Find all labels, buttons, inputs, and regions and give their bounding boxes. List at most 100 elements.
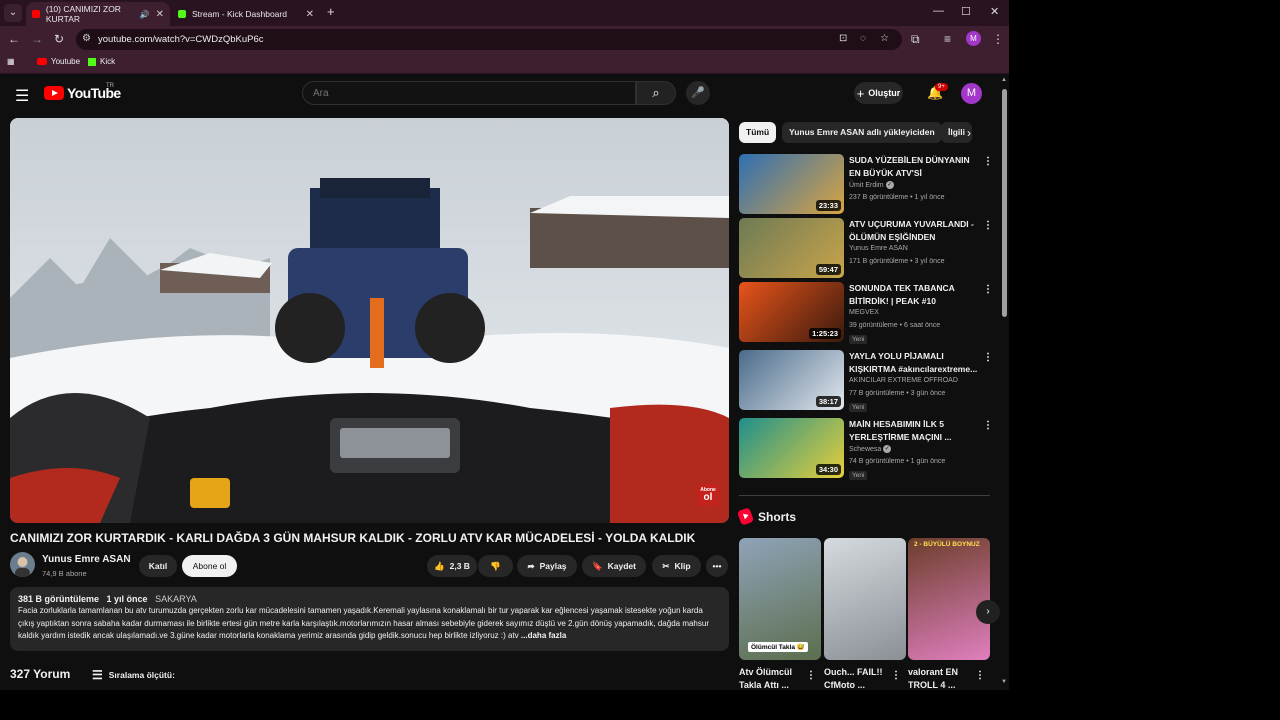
create-button[interactable]: + Oluştur — [854, 82, 903, 104]
browser-profile-avatar[interactable]: M — [966, 31, 981, 46]
short-caption[interactable]: valorant EN TROLL 4 ... — [908, 666, 978, 690]
tab-kick[interactable]: Stream - Kick Dashboard ✕ — [172, 2, 320, 26]
chip-from-uploader[interactable]: Yunus Emre ASAN adlı yükleyiciden — [782, 122, 942, 143]
video-player[interactable]: Abone ol — [10, 118, 729, 523]
more-options-icon[interactable]: ⋮ — [983, 156, 993, 167]
close-tab-icon[interactable]: ✕ — [306, 9, 314, 20]
tab-youtube[interactable]: (10) CANIMIZI ZOR KURTAR 🔊 ✕ — [26, 2, 170, 26]
short-thumbnail[interactable] — [824, 538, 906, 660]
scrollbar-thumb[interactable] — [1002, 89, 1007, 317]
more-options-icon[interactable]: ⋮ — [983, 220, 993, 231]
more-options-icon[interactable]: ⋮ — [983, 420, 993, 431]
site-info-icon[interactable]: ⚙ — [82, 33, 91, 44]
search-input[interactable] — [303, 82, 635, 104]
scroll-down-icon[interactable]: ▼ — [1001, 679, 1007, 685]
section-divider — [739, 495, 990, 496]
recommendation-item[interactable]: 34:30 MAİN HESABIMIN İLK 5 YERLEŞTİRME M… — [739, 418, 994, 484]
short-caption[interactable]: Ouch... FAIL!! CfMoto ... — [824, 666, 894, 690]
channel-avatar[interactable] — [10, 552, 35, 577]
forward-icon[interactable]: → — [31, 32, 43, 46]
recommendation-title[interactable]: ATV UÇURUMA YUVARLANDI - ÖLÜMÜN EŞİĞİNDE… — [849, 218, 979, 243]
short-caption[interactable]: Atv Ölümcül Taklа Attı ... — [739, 666, 809, 690]
chevron-right-icon[interactable]: › — [967, 126, 971, 140]
search-icon: ⌕ — [652, 85, 660, 100]
description-box[interactable]: 381 B görüntüleme 1 yıl önce SAKARYA Fac… — [10, 587, 729, 651]
menu-icon[interactable]: ☰ — [15, 86, 29, 106]
recommendation-title[interactable]: SUDA YÜZEBİLEN DÜNYANIN EN BÜYÜK ATV'Sİ — [849, 154, 979, 179]
scroll-up-icon[interactable]: ▲ — [1001, 77, 1007, 83]
subscribe-watermark[interactable]: Abone ol — [697, 484, 719, 506]
recommendation-item[interactable]: 1:25:23 SONUNDA TEK TABANCA BİTİRDİK! | … — [739, 282, 994, 348]
speaker-icon[interactable]: 🔊 — [140, 10, 150, 19]
video-thumbnail[interactable]: 23:33 — [739, 154, 844, 214]
recommendation-channel[interactable]: AKINCILAR EXTREME OFFROAD — [849, 377, 958, 384]
more-actions-button[interactable]: ••• — [706, 555, 728, 577]
extensions-icon[interactable]: ⧉ — [911, 32, 920, 47]
video-thumbnail[interactable]: 34:30 — [739, 418, 844, 478]
tab-search-button[interactable]: ⌄ — [4, 4, 22, 22]
more-options-icon[interactable]: ⋮ — [806, 670, 816, 681]
recommendation-title[interactable]: SONUNDA TEK TABANCA BİTİRDİK! | PEAK #10 — [849, 282, 979, 307]
short-thumbnail[interactable]: Ölümcül Takla 😅 — [739, 538, 821, 660]
recommendation-item[interactable]: 38:17 YAYLA YOLU PİJAMALI KIŞKIRTMA #akı… — [739, 350, 994, 416]
recommendation-channel[interactable]: Yunus Emre ASAN — [849, 245, 908, 252]
account-avatar[interactable]: M — [961, 83, 982, 104]
more-options-icon[interactable]: ⋮ — [983, 352, 993, 363]
more-options-icon[interactable]: ⋮ — [983, 284, 993, 295]
apps-grid-icon[interactable]: ▦ — [7, 57, 15, 66]
media-controls-icon[interactable]: ≡ — [944, 32, 951, 46]
filter-chips: Tümü Yunus Emre ASAN adlı yükleyiciden İ… — [739, 122, 989, 144]
video-thumbnail[interactable]: 1:25:23 — [739, 282, 844, 342]
recommendation-channel[interactable]: MEGVEX — [849, 309, 879, 316]
recommendation-item[interactable]: 59:47 ATV UÇURUMA YUVARLANDI - ÖLÜMÜN EŞ… — [739, 218, 994, 280]
minimize-icon[interactable]: — — [933, 5, 944, 17]
address-bar[interactable]: ⚙ youtube.com/watch?v=CWDzQbKuP6c ⊡ ◌ ☆ — [76, 29, 902, 50]
short-thumbnail[interactable]: 2 - BÜYÜLÜ BOYNUZ — [908, 538, 990, 660]
location-tag[interactable]: SAKARYA — [155, 594, 197, 604]
save-button[interactable]: 🔖 Kaydet — [582, 555, 646, 577]
reload-icon[interactable]: ↻ — [54, 32, 64, 46]
bookmark-kick[interactable]: Kick — [88, 57, 115, 66]
chip-all[interactable]: Tümü — [739, 122, 777, 143]
recommendation-channel[interactable]: Schewesa ✓ — [849, 445, 892, 453]
microphone-icon: 🎤 — [691, 87, 705, 99]
video-thumbnail[interactable]: 59:47 — [739, 218, 844, 278]
youtube-favicon-icon — [32, 10, 40, 18]
bookmark-youtube[interactable]: Youtube — [37, 57, 80, 66]
recommendation-title[interactable]: YAYLA YOLU PİJAMALI KIŞKIRTMA #akıncılar… — [849, 350, 979, 375]
more-options-icon[interactable]: ⋮ — [891, 670, 901, 681]
youtube-logo[interactable]: YouTube TR — [44, 83, 121, 101]
new-tab-button[interactable]: + — [327, 4, 335, 19]
search-box[interactable] — [302, 81, 636, 105]
video-thumbnail[interactable]: 38:17 — [739, 350, 844, 410]
channel-name[interactable]: Yunus Emre ASAN — [42, 554, 131, 565]
back-icon[interactable]: ← — [8, 32, 20, 46]
browser-menu-icon[interactable]: ⋮ — [992, 32, 1004, 46]
more-options-icon[interactable]: ⋮ — [975, 670, 985, 681]
voice-search-button[interactable]: 🎤 — [686, 81, 710, 105]
recommendation-title[interactable]: MAİN HESABIMIN İLK 5 YERLEŞTİRME MAÇINI … — [849, 418, 979, 443]
recommendation-channel[interactable]: Ümit Erdim ✓ — [849, 181, 894, 189]
page-scrollbar[interactable]: ▲ ▼ — [1000, 75, 1009, 690]
recommendation-item[interactable]: 23:33 SUDA YÜZEBİLEN DÜNYANIN EN BÜYÜK A… — [739, 154, 994, 216]
search-button[interactable]: ⌕ — [636, 81, 676, 105]
share-button[interactable]: ➦ Paylaş — [517, 555, 577, 577]
eye-off-icon[interactable]: ◌ — [860, 33, 866, 44]
channel-name: Ümit Erdim — [849, 181, 884, 189]
url-text[interactable]: youtube.com/watch?v=CWDzQbKuP6c — [98, 34, 264, 45]
sort-comments-button[interactable]: ☰ Sıralama ölçütü: — [92, 668, 175, 682]
bookmark-label: Youtube — [51, 57, 81, 66]
shorts-next-button[interactable]: › — [976, 600, 1000, 624]
subscribe-button[interactable]: Abone ol — [182, 555, 237, 577]
dislike-button[interactable]: 👎 — [478, 555, 513, 577]
maximize-icon[interactable]: ☐ — [961, 5, 971, 18]
bookmark-star-icon[interactable]: ☆ — [880, 33, 889, 44]
close-window-icon[interactable]: ✕ — [990, 5, 999, 18]
install-app-icon[interactable]: ⊡ — [839, 33, 847, 44]
close-tab-icon[interactable]: ✕ — [156, 9, 164, 20]
upload-age: 1 yıl önce — [106, 594, 148, 604]
clip-button[interactable]: ✂ Klip — [652, 555, 701, 577]
like-button[interactable]: 👍 2,3 B — [427, 555, 477, 577]
join-button[interactable]: Katıl — [139, 555, 177, 577]
show-more-link[interactable]: ...daha fazla — [521, 631, 566, 640]
